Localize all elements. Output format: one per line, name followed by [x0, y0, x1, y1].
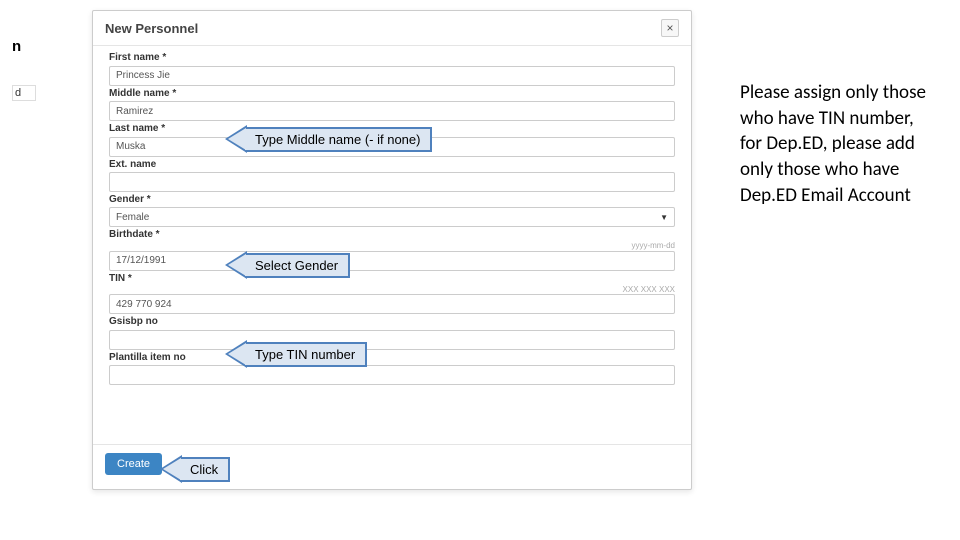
- input-plantilla[interactable]: [109, 365, 675, 385]
- modal-header: New Personnel ×: [93, 11, 691, 46]
- label-middle-name: Middle name *: [109, 88, 675, 99]
- callout-text: Type TIN number: [245, 342, 367, 367]
- frag-letter: d: [12, 85, 36, 101]
- modal-title: New Personnel: [105, 21, 198, 36]
- callout-middle-name: Type Middle name (- if none): [225, 125, 432, 153]
- create-button[interactable]: Create: [105, 453, 162, 475]
- close-icon: ×: [666, 21, 673, 35]
- callout-click: Click: [160, 455, 230, 483]
- label-first-name: First name *: [109, 52, 675, 63]
- hint-tin: XXX XXX XXX: [109, 285, 675, 294]
- field-gsisbp: Gsisbp no: [109, 316, 675, 350]
- input-tin[interactable]: [109, 294, 675, 314]
- input-ext-name[interactable]: [109, 172, 675, 192]
- callout-text: Select Gender: [245, 253, 350, 278]
- field-ext-name: Ext. name: [109, 159, 675, 193]
- label-gsisbp: Gsisbp no: [109, 316, 675, 327]
- field-tin: TIN * XXX XXX XXX: [109, 273, 675, 315]
- new-personnel-modal: New Personnel × First name * Middle name…: [92, 10, 692, 490]
- input-gsisbp[interactable]: [109, 330, 675, 350]
- field-middle-name: Middle name *: [109, 88, 675, 122]
- background-page-fragments: n d: [12, 38, 36, 118]
- select-gender[interactable]: Female ▼: [109, 207, 675, 227]
- field-gender: Gender * Female ▼: [109, 194, 675, 227]
- modal-body: First name * Middle name * Last name * E…: [93, 46, 691, 444]
- field-first-name: First name *: [109, 52, 675, 86]
- callout-text: Click: [180, 457, 230, 482]
- label-tin: TIN *: [109, 273, 675, 284]
- field-birthdate: Birthdate * yyyy-mm-dd: [109, 229, 675, 271]
- select-gender-value: Female: [116, 212, 149, 223]
- callout-tin: Type TIN number: [225, 340, 367, 368]
- callout-text: Type Middle name (- if none): [245, 127, 432, 152]
- input-first-name[interactable]: [109, 66, 675, 86]
- label-plantilla: Plantilla item no: [109, 352, 675, 363]
- callout-gender: Select Gender: [225, 251, 350, 279]
- chevron-down-icon: ▼: [660, 213, 668, 222]
- input-middle-name[interactable]: [109, 101, 675, 121]
- input-birthdate[interactable]: [109, 251, 675, 271]
- field-plantilla: Plantilla item no: [109, 352, 675, 386]
- label-ext-name: Ext. name: [109, 159, 675, 170]
- modal-close-button[interactable]: ×: [661, 19, 679, 37]
- frag-letter: n: [12, 38, 36, 55]
- label-birthdate: Birthdate *: [109, 229, 675, 240]
- instruction-note: Please assign only those who have TIN nu…: [740, 80, 935, 208]
- hint-birthdate: yyyy-mm-dd: [109, 241, 675, 250]
- label-gender: Gender *: [109, 194, 675, 205]
